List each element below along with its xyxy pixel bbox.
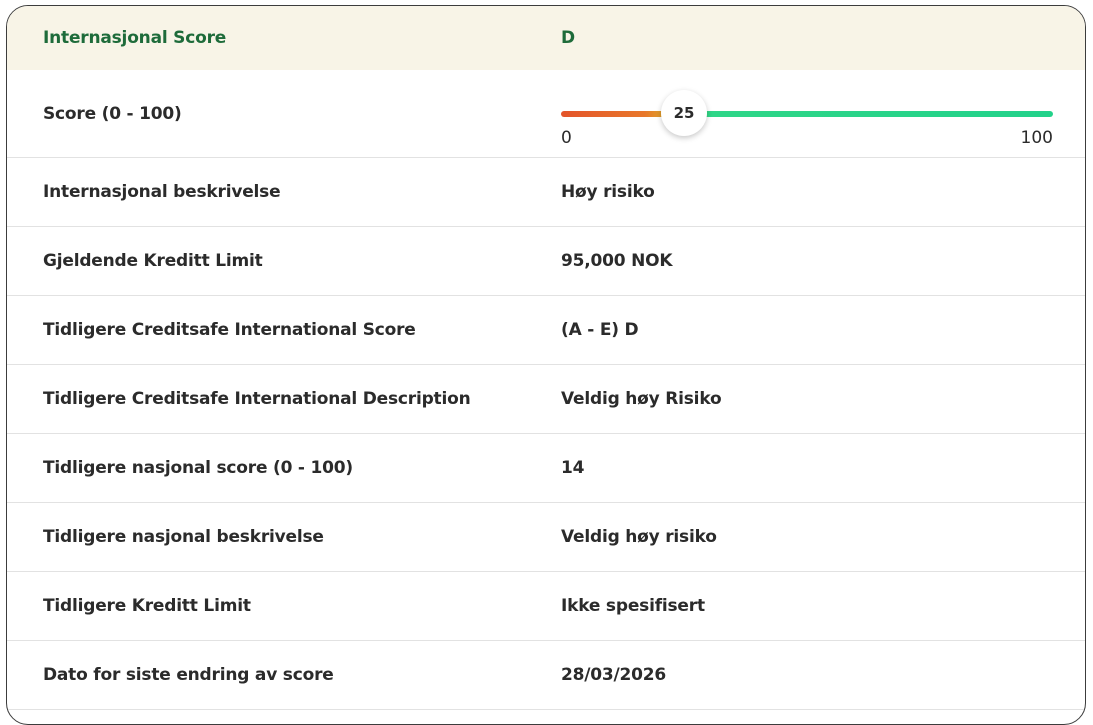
score-slider: 25 0 100 xyxy=(561,70,1053,157)
detail-label: Tidligere nasjonal score (0 - 100) xyxy=(43,458,353,478)
detail-row: Dato for siste endring av score 28/03/202… xyxy=(7,641,1085,710)
score-knob: 25 xyxy=(661,90,707,136)
detail-value: (A - E) D xyxy=(561,320,639,340)
detail-label: Gjeldende Kreditt Limit xyxy=(43,251,263,271)
header-label: Internasjonal Score xyxy=(43,28,227,48)
detail-label: Tidligere nasjonal beskrivelse xyxy=(43,527,324,547)
header-value: D xyxy=(561,28,575,48)
detail-value: 95,000 NOK xyxy=(561,251,673,271)
detail-value: 28/03/2026 xyxy=(561,665,667,685)
detail-row: Tidligere nasjonal score (0 - 100) 14 xyxy=(7,434,1085,503)
detail-row: Tidligere Creditsafe International Score… xyxy=(7,296,1085,365)
score-label: Score (0 - 100) xyxy=(43,103,182,124)
detail-label: Tidligere Creditsafe International Score xyxy=(43,320,416,340)
header-row: Internasjonal Score D xyxy=(7,6,1085,70)
detail-label: Tidligere Kreditt Limit xyxy=(43,596,251,616)
detail-row: Internasjonal beskrivelse Høy risiko xyxy=(7,158,1085,227)
detail-row: Tidligere Kreditt Limit Ikke spesifisert xyxy=(7,572,1085,641)
detail-row: Gjeldende Kreditt Limit 95,000 NOK xyxy=(7,227,1085,296)
score-track xyxy=(561,111,1053,117)
detail-row: Tidligere Creditsafe International Descr… xyxy=(7,365,1085,434)
detail-row: Tidligere nasjonal beskrivelse Veldig høy… xyxy=(7,503,1085,572)
detail-label: Tidligere Creditsafe International Descr… xyxy=(43,389,471,409)
detail-value: 14 xyxy=(561,458,585,478)
detail-label: Dato for siste endring av score xyxy=(43,665,334,685)
detail-value: Veldig høy Risiko xyxy=(561,389,722,409)
detail-value: Veldig høy risiko xyxy=(561,527,717,547)
detail-label: Internasjonal beskrivelse xyxy=(43,182,281,202)
score-knob-value: 25 xyxy=(673,104,695,122)
score-min-label: 0 xyxy=(561,128,572,148)
score-max-label: 100 xyxy=(1020,128,1053,148)
score-row: Score (0 - 100) 25 0 100 xyxy=(7,70,1085,158)
detail-value: Ikke spesifisert xyxy=(561,596,705,616)
score-details-card: Internasjonal Score D Score (0 - 100) 25… xyxy=(6,5,1086,725)
detail-value: Høy risiko xyxy=(561,182,655,202)
